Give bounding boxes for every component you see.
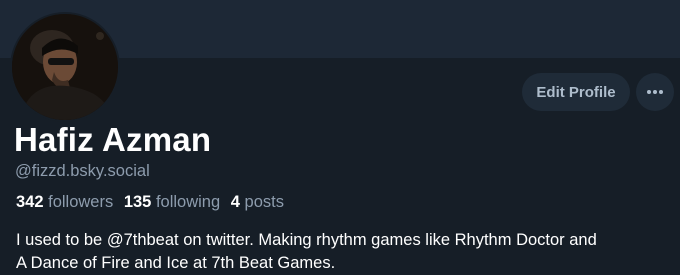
followers-count: 342 bbox=[16, 193, 44, 211]
more-options-button[interactable] bbox=[636, 73, 674, 111]
followers-link[interactable]: 342 followers bbox=[16, 193, 113, 211]
ellipsis-icon bbox=[647, 90, 663, 94]
display-name: Hafiz Azman bbox=[14, 121, 212, 158]
bio-line-1: I used to be @7thbeat on twitter. Making… bbox=[16, 231, 597, 249]
edit-profile-button[interactable]: Edit Profile bbox=[522, 73, 630, 111]
posts-label: posts bbox=[244, 193, 284, 211]
avatar-photo-icon bbox=[12, 14, 118, 120]
avatar[interactable] bbox=[10, 12, 120, 122]
bio-line-2: A Dance of Fire and Ice at 7th Beat Game… bbox=[16, 254, 336, 272]
following-label: following bbox=[155, 193, 221, 211]
profile-stats: 342 followers 135 following 4 posts bbox=[16, 193, 284, 212]
following-count: 135 bbox=[123, 193, 152, 211]
posts-count: 4 bbox=[230, 193, 240, 211]
posts-stat: 4 posts bbox=[231, 193, 284, 211]
profile-bio: I used to be @7thbeat on twitter. Making… bbox=[16, 229, 676, 275]
following-link[interactable]: 135 following bbox=[124, 193, 220, 211]
user-handle: @fizzd.bsky.social bbox=[15, 162, 150, 180]
followers-label: followers bbox=[48, 193, 114, 211]
